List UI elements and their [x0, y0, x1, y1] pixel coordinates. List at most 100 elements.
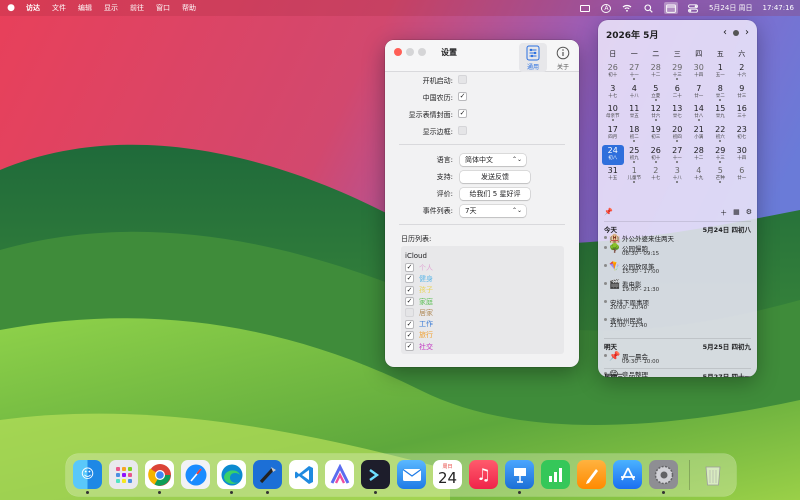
calendar-day[interactable]: 26 初十: [645, 145, 667, 166]
launch-at-login-checkbox[interactable]: [458, 75, 467, 84]
event-list-select[interactable]: 7天 ⌃⌄: [460, 205, 526, 217]
calendar-day[interactable]: 11 廿五: [624, 103, 646, 124]
calendar-day[interactable]: 16 三十: [731, 103, 753, 124]
calendar-day[interactable]: 2 十六: [731, 62, 753, 83]
numbers-icon[interactable]: [541, 460, 570, 489]
previous-month-button[interactable]: ‹: [723, 27, 727, 38]
keynote-icon[interactable]: [505, 460, 534, 494]
menubar-time[interactable]: 17:47:16: [763, 4, 794, 12]
calendar-day-today[interactable]: 24 初八: [602, 144, 624, 166]
calendar-day[interactable]: 17 四月: [602, 124, 624, 145]
today-button[interactable]: [733, 29, 739, 36]
calendar-checkbox[interactable]: ✓: [405, 319, 414, 329]
system-settings-icon[interactable]: [649, 460, 678, 494]
calendar-checkbox[interactable]: ✓: [405, 285, 414, 295]
edge-icon[interactable]: [217, 460, 246, 494]
calendar-day[interactable]: 26 初十: [602, 62, 624, 83]
calendar-day[interactable]: 21 小满: [688, 124, 710, 145]
display-icon[interactable]: [580, 3, 591, 13]
vscode-icon[interactable]: [289, 460, 318, 489]
control-center-icon[interactable]: [688, 3, 699, 13]
calendar-checkbox[interactable]: ✓: [405, 274, 414, 284]
calendar-day[interactable]: 27 十一: [667, 145, 689, 166]
calendar-day[interactable]: 28 十二: [688, 145, 710, 166]
calendar-checkbox[interactable]: ✓: [405, 263, 414, 273]
tab-general[interactable]: 通用: [519, 43, 547, 72]
calendar-day[interactable]: 13 廿七: [667, 103, 689, 124]
altstore-icon[interactable]: [325, 460, 354, 489]
calendar-day[interactable]: 29 十三: [667, 62, 689, 83]
pin-icon[interactable]: 📌: [604, 208, 613, 216]
next-month-button[interactable]: ›: [745, 27, 749, 38]
gear-icon[interactable]: ⚙: [746, 208, 752, 218]
launchpad-icon[interactable]: [109, 460, 138, 489]
input-a-icon[interactable]: A: [601, 3, 612, 13]
calendar-checkbox[interactable]: ✓: [405, 330, 414, 340]
calendar-day[interactable]: 6 廿一: [731, 165, 753, 186]
calendar-day[interactable]: 30 十四: [688, 62, 710, 83]
menu-go[interactable]: 前往: [130, 3, 144, 13]
calendar-day[interactable]: 4 十八: [624, 83, 646, 104]
calendar-day[interactable]: 27 十一: [624, 62, 646, 83]
calendar-day[interactable]: 20 初四: [667, 124, 689, 145]
pages-icon[interactable]: [577, 460, 606, 489]
calendar-checkbox[interactable]: ✓: [405, 297, 414, 307]
mail-icon[interactable]: [397, 460, 426, 489]
calendar-day[interactable]: 18 初二: [624, 124, 646, 145]
calendar-day[interactable]: 5 立夏: [645, 83, 667, 104]
chinese-lunar-checkbox[interactable]: ✓: [458, 92, 467, 101]
calendar-day[interactable]: 22 初六: [710, 124, 732, 145]
calendar-checkbox[interactable]: [405, 308, 414, 318]
menu-help[interactable]: 帮助: [182, 3, 196, 13]
calendar-day[interactable]: 8 廿二: [710, 83, 732, 104]
calendar-day[interactable]: 29 十三: [710, 145, 732, 166]
menu-app-name[interactable]: 访达: [26, 3, 40, 13]
calendar-day[interactable]: 15 廿九: [710, 103, 732, 124]
calendar-day[interactable]: 19 初三: [645, 124, 667, 145]
calendar-day[interactable]: 3 十八: [667, 165, 689, 186]
calendar-day[interactable]: 2 十七: [645, 165, 667, 186]
add-event-icon[interactable]: ＋: [720, 208, 727, 218]
chrome-icon[interactable]: [145, 460, 174, 494]
menubar-date[interactable]: 5月24日 周日: [709, 3, 753, 13]
finder-icon[interactable]: ☺: [73, 460, 102, 494]
menu-file[interactable]: 文件: [52, 3, 66, 13]
settings-titlebar[interactable]: 设置 通用 关于: [385, 40, 579, 72]
calendar-day[interactable]: 1 儿童节: [624, 165, 646, 186]
apple-menu-icon[interactable]: ●: [6, 3, 16, 13]
calendar-day[interactable]: 25 初九: [624, 145, 646, 166]
menu-window[interactable]: 窗口: [156, 3, 170, 13]
terminal-icon[interactable]: [361, 460, 390, 494]
calendar-day[interactable]: 30 十四: [731, 145, 753, 166]
calendar-day[interactable]: 6 二十: [667, 83, 689, 104]
calendar-day[interactable]: 10 母亲节: [602, 103, 624, 124]
safari-icon[interactable]: [181, 460, 210, 489]
send-feedback-button[interactable]: 发送反馈: [460, 171, 530, 183]
calendar-day[interactable]: 28 十二: [645, 62, 667, 83]
calendar-day[interactable]: 1 五一: [710, 62, 732, 83]
calendar-day[interactable]: 4 十九: [688, 165, 710, 186]
app-store-icon[interactable]: [613, 460, 642, 489]
calendar-day[interactable]: 3 十七: [602, 83, 624, 104]
wifi-icon[interactable]: [622, 3, 633, 13]
calendar-day[interactable]: 12 廿六: [645, 103, 667, 124]
xcode-icon[interactable]: [253, 460, 282, 494]
calendar-icon[interactable]: 周日 24: [433, 460, 462, 489]
language-select[interactable]: 简体中文 ⌃⌄: [460, 154, 526, 166]
trash-icon[interactable]: [698, 460, 727, 489]
music-icon[interactable]: ♫: [469, 460, 498, 489]
calendar-checkbox[interactable]: ✓: [405, 342, 414, 352]
calendar-day[interactable]: 5 芒种: [710, 165, 732, 186]
search-icon[interactable]: [643, 3, 654, 13]
menu-view[interactable]: 显示: [104, 3, 118, 13]
rate-five-stars-button[interactable]: 给我们 5 星好评: [460, 188, 530, 200]
calendar-day[interactable]: 14 廿八: [688, 103, 710, 124]
calendar-app-icon[interactable]: ▦: [733, 208, 740, 218]
calendar-day[interactable]: 31 十五: [602, 165, 624, 186]
show-border-checkbox[interactable]: [458, 126, 467, 135]
calendar-day[interactable]: 7 廿一: [688, 83, 710, 104]
tab-about[interactable]: 关于: [549, 43, 577, 72]
show-emoji-cover-checkbox[interactable]: ✓: [458, 109, 467, 118]
menu-edit[interactable]: 编辑: [78, 3, 92, 13]
calendar-day[interactable]: 23 初七: [731, 124, 753, 145]
